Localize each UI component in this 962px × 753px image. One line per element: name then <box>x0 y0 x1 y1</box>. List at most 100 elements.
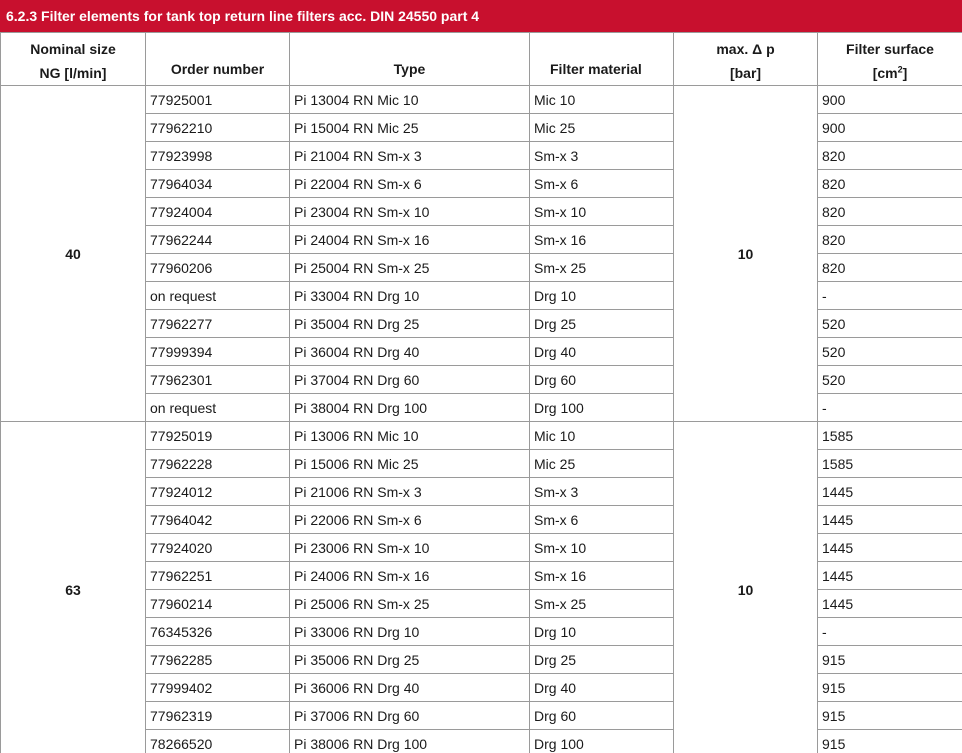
filter-surface-cell: 820 <box>817 225 962 254</box>
header-nominal-size-line1: Nominal size <box>30 41 116 57</box>
filter-surface-cell: 915 <box>817 729 962 753</box>
filter-material-cell: Mic 25 <box>529 449 674 478</box>
filter-surface-cell: 520 <box>817 309 962 338</box>
table-header-row: Nominal size NG [l/min] Order number Typ… <box>0 32 962 86</box>
type-cell: Pi 25004 RN Sm-x 25 <box>289 253 530 282</box>
table-row: 76345326 Pi 33006 RN Drg 10 Drg 10 - <box>1 617 962 646</box>
type-cell: Pi 15006 RN Mic 25 <box>289 449 530 478</box>
table-row: 77960214 Pi 25006 RN Sm-x 25 Sm-x 25 1445 <box>1 589 962 618</box>
table-row: 77924012 Pi 21006 RN Sm-x 3 Sm-x 3 1445 <box>1 477 962 506</box>
header-max-dp: max. Δ p [bar] <box>673 32 818 86</box>
filter-material-cell: Drg 10 <box>529 617 674 646</box>
filter-surface-cell: 1585 <box>817 449 962 478</box>
order-number-cell: 77962244 <box>145 225 290 254</box>
table-row: 40 77925001 Pi 13004 RN Mic 10 Mic 10 10 900 <box>0 85 962 422</box>
type-cell: Pi 36006 RN Drg 40 <box>289 673 530 702</box>
filter-elements-table: Nominal size NG [l/min] Order number Typ… <box>0 32 962 753</box>
table-row: on request Pi 38004 RN Drg 100 Drg 100 - <box>1 393 962 422</box>
type-cell: Pi 22006 RN Sm-x 6 <box>289 505 530 534</box>
filter-material-cell: Drg 40 <box>529 673 674 702</box>
filter-material-cell: Mic 25 <box>529 113 674 142</box>
filter-elements-document: 6.2.3 Filter elements for tank top retur… <box>0 0 962 753</box>
type-cell: Pi 13004 RN Mic 10 <box>289 85 530 114</box>
type-cell: Pi 35004 RN Drg 25 <box>289 309 530 338</box>
filter-surface-cell: 900 <box>817 113 962 142</box>
order-number-cell: on request <box>145 393 290 422</box>
filter-surface-cell: 1445 <box>817 505 962 534</box>
table-row: 77964042 Pi 22006 RN Sm-x 6 Sm-x 6 1445 <box>1 505 962 534</box>
filter-surface-cell: - <box>817 617 962 646</box>
header-max-dp-line2: [bar] <box>729 65 762 81</box>
filter-surface-cell: 915 <box>817 673 962 702</box>
table-body: 40 77925001 Pi 13004 RN Mic 10 Mic 10 10 900 7… <box>0 85 962 753</box>
table-row: 78266520 Pi 38006 RN Drg 100 Drg 100 915 <box>1 729 962 753</box>
type-cell: Pi 15004 RN Mic 25 <box>289 113 530 142</box>
table-row: 77962251 Pi 24006 RN Sm-x 16 Sm-x 16 1445 <box>1 561 962 590</box>
filter-surface-cell: 820 <box>817 141 962 170</box>
type-cell: Pi 25006 RN Sm-x 25 <box>289 589 530 618</box>
table-row: 77962285 Pi 35006 RN Drg 25 Drg 25 915 <box>1 645 962 674</box>
order-number-cell: on request <box>145 281 290 310</box>
order-number-cell: 77960214 <box>145 589 290 618</box>
filter-material-cell: Mic 10 <box>529 421 674 450</box>
order-number-cell: 77924012 <box>145 477 290 506</box>
type-cell: Pi 22004 RN Sm-x 6 <box>289 169 530 198</box>
header-nominal-size-line2: NG [l/min] <box>39 65 107 81</box>
order-number-cell: 77999402 <box>145 673 290 702</box>
filter-surface-cell: 820 <box>817 253 962 282</box>
filter-material-cell: Sm-x 10 <box>529 533 674 562</box>
filter-surface-cell: - <box>817 393 962 422</box>
type-cell: Pi 13006 RN Mic 10 <box>289 421 530 450</box>
filter-material-cell: Sm-x 25 <box>529 589 674 618</box>
order-number-cell: 77962277 <box>145 309 290 338</box>
order-number-cell: 77925001 <box>145 85 290 114</box>
type-cell: Pi 37004 RN Drg 60 <box>289 365 530 394</box>
order-number-cell: 77962251 <box>145 561 290 590</box>
filter-material-cell: Drg 60 <box>529 701 674 730</box>
order-number-cell: 77964034 <box>145 169 290 198</box>
filter-material-cell: Mic 10 <box>529 85 674 114</box>
nominal-size-cell: 63 <box>0 421 146 753</box>
type-cell: Pi 21006 RN Sm-x 3 <box>289 477 530 506</box>
filter-material-cell: Sm-x 6 <box>529 169 674 198</box>
filter-material-cell: Drg 25 <box>529 645 674 674</box>
type-cell: Pi 23004 RN Sm-x 10 <box>289 197 530 226</box>
table-row: 77999394 Pi 36004 RN Drg 40 Drg 40 520 <box>1 337 962 366</box>
order-number-cell: 77964042 <box>145 505 290 534</box>
filter-material-cell: Sm-x 3 <box>529 477 674 506</box>
filter-material-cell: Drg 100 <box>529 729 674 753</box>
table-row: 77962228 Pi 15006 RN Mic 25 Mic 25 1585 <box>1 449 962 478</box>
table-row: 77964034 Pi 22004 RN Sm-x 6 Sm-x 6 820 <box>1 169 962 198</box>
order-number-cell: 77962228 <box>145 449 290 478</box>
type-cell: Pi 24004 RN Sm-x 16 <box>289 225 530 254</box>
header-nominal-size: Nominal size NG [l/min] <box>0 32 146 86</box>
type-cell: Pi 23006 RN Sm-x 10 <box>289 533 530 562</box>
filter-material-cell: Drg 60 <box>529 365 674 394</box>
header-order-number: Order number <box>145 32 290 86</box>
filter-material-cell: Sm-x 3 <box>529 141 674 170</box>
order-number-cell: 77960206 <box>145 253 290 282</box>
filter-material-cell: Sm-x 16 <box>529 225 674 254</box>
filter-surface-cell: - <box>817 281 962 310</box>
filter-material-cell: Sm-x 6 <box>529 505 674 534</box>
table-row: 63 77925019 Pi 13006 RN Mic 10 Mic 10 10 1585 <box>0 421 962 753</box>
table-row: 77924020 Pi 23006 RN Sm-x 10 Sm-x 10 1445 <box>1 533 962 562</box>
type-cell: Pi 33006 RN Drg 10 <box>289 617 530 646</box>
order-number-cell: 77962301 <box>145 365 290 394</box>
filter-surface-cell: 520 <box>817 365 962 394</box>
table-row: 77999402 Pi 36006 RN Drg 40 Drg 40 915 <box>1 673 962 702</box>
filter-surface-cell: 1445 <box>817 477 962 506</box>
section-title: 6.2.3 Filter elements for tank top retur… <box>0 0 962 32</box>
max-dp-cell: 10 <box>673 85 818 422</box>
order-number-cell: 77924020 <box>145 533 290 562</box>
type-cell: Pi 33004 RN Drg 10 <box>289 281 530 310</box>
header-filter-surface-unit-suffix: ] <box>902 65 908 81</box>
order-number-cell: 77962319 <box>145 701 290 730</box>
type-cell: Pi 24006 RN Sm-x 16 <box>289 561 530 590</box>
table-row: 77923998 Pi 21004 RN Sm-x 3 Sm-x 3 820 <box>1 141 962 170</box>
table-row: on request Pi 33004 RN Drg 10 Drg 10 - <box>1 281 962 310</box>
table-row: 77962319 Pi 37006 RN Drg 60 Drg 60 915 <box>1 701 962 730</box>
table-row: 77960206 Pi 25004 RN Sm-x 25 Sm-x 25 820 <box>1 253 962 282</box>
filter-surface-cell: 1445 <box>817 533 962 562</box>
header-filter-surface-line2: [cm2] <box>822 61 958 85</box>
